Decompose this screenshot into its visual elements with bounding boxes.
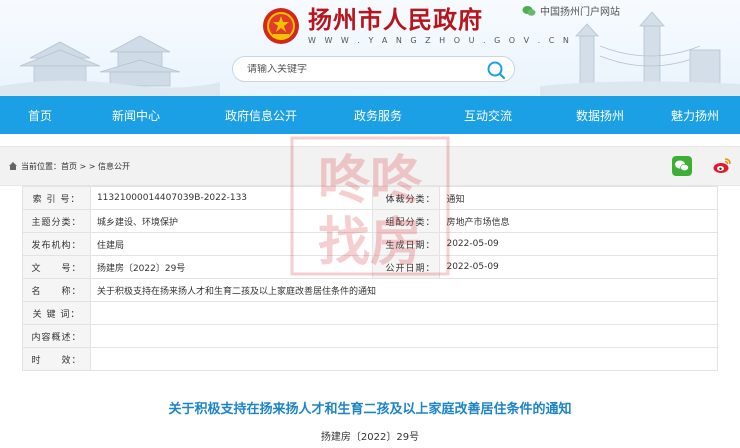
doc-number-value: 扬建房〔2022〕29号 — [89, 255, 373, 279]
nav-charm-yangzhou[interactable]: 魅力扬州 — [650, 107, 740, 124]
summary-label: 内容概述： — [22, 324, 91, 348]
topic-value: 城乡建设、环境保护 — [89, 209, 373, 233]
site-url: W W W . Y A N G Z H O U . G O V . C N — [308, 36, 572, 45]
article-doc-number: 扬建房〔2022〕29号 — [320, 432, 420, 443]
wechat-share-icon[interactable] — [672, 156, 692, 176]
genre-label: 体裁分类： — [371, 186, 441, 210]
nav-data-yangzhou[interactable]: 数据扬州 — [550, 107, 650, 124]
nav-gov-info[interactable]: 政府信息公开 — [192, 107, 330, 124]
weibo-share-icon[interactable] — [712, 156, 732, 176]
search-box — [232, 56, 515, 82]
site-header: 中国扬州门户网站 扬州市人民政府 W W W . Y A N G Z H O U… — [0, 0, 740, 96]
main-nav: 首页 新闻中心 政府信息公开 政务服务 互动交流 数据扬州 魅力扬州 — [0, 96, 740, 134]
breadcrumb-prefix: 当前位置： — [21, 161, 61, 171]
created-date-label: 生成日期： — [371, 232, 441, 256]
article-title: 关于积极支持在扬来扬人才和生育二孩及以上家庭改善居住条件的通知 — [168, 402, 572, 417]
index-number-label: 索 引 号： — [22, 186, 91, 210]
publish-date-value: 2022-05-09 — [439, 255, 718, 279]
publisher-label: 发布机构： — [22, 232, 91, 256]
search-icon[interactable] — [486, 60, 506, 80]
summary-value — [89, 324, 719, 348]
doc-number-label: 文 号： — [22, 255, 91, 279]
share-buttons — [672, 156, 732, 176]
nav-news-center[interactable]: 新闻中心 — [80, 107, 192, 124]
breadcrumb-home-link[interactable]: 首页 — [61, 162, 77, 171]
table-row: 名 称： 关于积极支持在扬来扬人才和生育二孩及以上家庭改善居住条件的通知 — [22, 278, 719, 302]
table-row: 关 键 词： — [22, 301, 719, 325]
table-row: 时 效： — [22, 347, 719, 371]
effectiveness-value — [89, 347, 719, 371]
table-row: 主题分类： 城乡建设、环境保护 组配分类： 房地产市场信息 — [22, 209, 718, 233]
keywords-label: 关 键 词： — [22, 301, 91, 325]
search-input[interactable] — [247, 63, 477, 75]
nav-gov-services[interactable]: 政务服务 — [330, 107, 426, 124]
publish-date-label: 公开日期： — [371, 255, 441, 279]
table-row: 发布机构： 住建局 生成日期： 2022-05-09 — [22, 232, 718, 256]
category-label: 组配分类： — [371, 209, 441, 233]
name-label: 名 称： — [22, 278, 91, 302]
table-row: 索 引 号： 11321000014407039B-2022-133 体裁分类：… — [22, 186, 718, 210]
breadcrumb-separator: > > — [77, 161, 99, 171]
table-row: 文 号： 扬建房〔2022〕29号 公开日期： 2022-05-09 — [22, 255, 718, 279]
created-date-value: 2022-05-09 — [439, 232, 718, 256]
name-value: 关于积极支持在扬来扬人才和生育二孩及以上家庭改善居住条件的通知 — [89, 278, 719, 302]
category-value: 房地产市场信息 — [439, 209, 718, 233]
pavilion-skyline-illustration — [0, 35, 220, 96]
topic-label: 主题分类： — [22, 209, 91, 233]
keywords-value — [89, 301, 719, 325]
national-emblem-icon — [263, 7, 299, 44]
index-number-value: 11321000014407039B-2022-133 — [89, 186, 373, 210]
publisher-value: 住建局 — [89, 232, 373, 256]
nav-interaction[interactable]: 互动交流 — [426, 107, 550, 124]
breadcrumb-bar: 当前位置：首页 > > 信息公开 — [0, 146, 740, 186]
effectiveness-label: 时 效： — [22, 347, 91, 371]
page: 中国扬州门户网站 扬州市人民政府 W W W . Y A N G Z H O U… — [0, 0, 740, 448]
home-icon — [9, 162, 17, 170]
site-brand[interactable]: 扬州市人民政府 W W W . Y A N G Z H O U . G O V … — [262, 6, 572, 45]
breadcrumb-current-link[interactable]: 信息公开 — [98, 162, 130, 171]
table-row: 内容概述： — [22, 324, 719, 348]
breadcrumb: 当前位置：首页 > > 信息公开 — [21, 161, 130, 172]
nav-home[interactable]: 首页 — [0, 107, 80, 124]
document-info-table: 索 引 号： 11321000014407039B-2022-133 体裁分类：… — [22, 186, 719, 371]
site-title: 扬州市人民政府 — [308, 5, 483, 34]
genre-value: 通知 — [439, 186, 718, 210]
